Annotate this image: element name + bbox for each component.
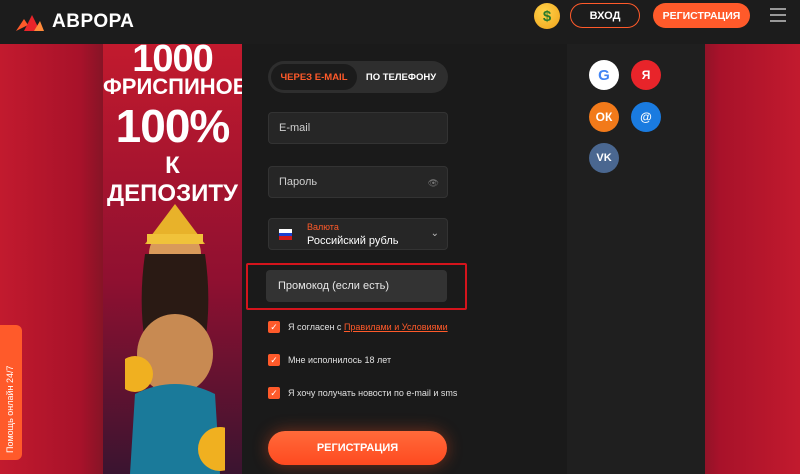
banner-line-3: 100% [115,100,231,152]
register-button[interactable]: РЕГИСТРАЦИЯ [653,3,750,28]
logo[interactable]: АВРОРА [16,11,134,33]
help-online-tab[interactable]: Помощь онлайн 24/7 [0,325,22,460]
google-icon[interactable]: G [589,60,619,90]
chevron-down-icon: ⌄ [430,228,439,239]
cleopatra-illustration [125,204,225,474]
logo-icon [16,15,44,31]
tab-email[interactable]: ЧЕРЕЗ E-MAIL [271,64,357,90]
checkbox-terms[interactable]: ✓ [268,321,280,333]
email-placeholder: E-mail [279,122,311,134]
password-field[interactable]: Пароль 👁 [268,166,448,198]
terms-link[interactable]: Правилами и Условиями [344,322,448,332]
vk-icon[interactable]: VK [589,143,619,173]
help-online-label: Помощь онлайн 24/7 [5,365,15,453]
login-button[interactable]: ВХОД [570,3,640,28]
mail-ru-icon[interactable]: @ [631,102,661,132]
email-field[interactable]: E-mail [268,112,448,144]
registration-form [242,44,567,474]
logo-text: АВРОРА [52,11,135,32]
odnoklassniki-icon[interactable]: ОК [589,102,619,132]
banner-line-2: ФРИСПИНОВ [103,74,242,99]
submit-register-button[interactable]: РЕГИСТРАЦИЯ [268,431,447,465]
promo-code-field[interactable]: Промокод (если есть) [266,270,447,302]
eye-icon[interactable]: 👁 [428,178,439,189]
checkbox-age[interactable]: ✓ [268,354,280,366]
news-text: Я хочу получать новости по e-mail и sms [288,388,458,398]
password-placeholder: Пароль [279,176,318,188]
news-checkbox-row[interactable]: ✓ Я хочу получать новости по e-mail и sm… [268,387,457,399]
currency-value: Российский рубль [307,235,399,247]
hamburger-menu-icon[interactable] [770,8,786,24]
tab-phone[interactable]: ПО ТЕЛЕФОНУ [357,64,445,90]
yandex-icon[interactable]: Я [631,60,661,90]
terms-checkbox-row[interactable]: ✓ Я согласен с Правилами и Условиями [268,321,448,333]
money-face-icon[interactable]: $ [534,3,560,29]
terms-text: Я согласен с Правилами и Условиями [288,322,448,332]
promo-placeholder: Промокод (если есть) [278,280,390,292]
currency-select[interactable]: Валюта Российский рубль ⌄ [268,218,448,250]
currency-label: Валюта [307,222,339,232]
age-checkbox-row[interactable]: ✓ Мне исполнилось 18 лет [268,354,391,366]
banner-line-4: К ДЕПОЗИТУ [107,152,238,207]
promo-banner: 1000 ФРИСПИНОВ 100% К ДЕПОЗИТУ [103,44,242,474]
checkbox-news[interactable]: ✓ [268,387,280,399]
registration-tabs: ЧЕРЕЗ E-MAIL ПО ТЕЛЕФОНУ [268,61,448,93]
age-text: Мне исполнилось 18 лет [288,355,392,365]
russia-flag-icon [279,229,292,240]
